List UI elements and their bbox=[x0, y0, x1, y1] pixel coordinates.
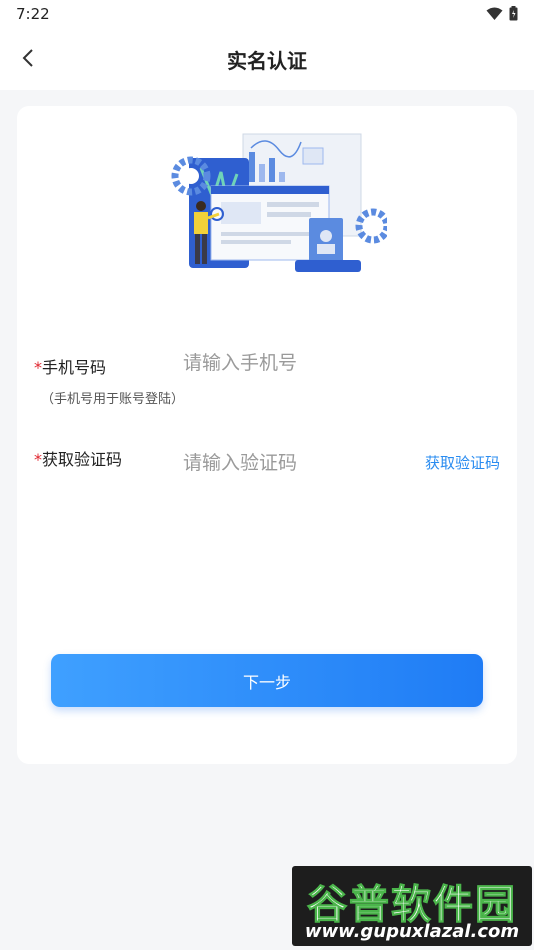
code-label: *获取验证码 bbox=[34, 446, 122, 470]
phone-hint: （手机号用于账号登陆） bbox=[41, 392, 185, 407]
phone-label-text: 手机号码 bbox=[42, 358, 107, 377]
status-time: 7:22 bbox=[16, 5, 50, 23]
wifi-icon bbox=[486, 7, 503, 20]
phone-required-mark: * bbox=[34, 358, 42, 377]
next-step-button[interactable]: 下一步 bbox=[51, 654, 483, 707]
watermark: 谷普软件园 www.gupuxlazal.com bbox=[292, 866, 532, 946]
code-label-text: 获取验证码 bbox=[42, 450, 123, 469]
watermark-url: www.gupuxlazal.com bbox=[304, 921, 520, 942]
battery-icon bbox=[509, 6, 518, 21]
code-input[interactable] bbox=[181, 447, 405, 479]
code-required-mark: * bbox=[34, 450, 42, 469]
get-code-button[interactable]: 获取验证码 bbox=[425, 452, 500, 473]
phone-label: *手机号码 bbox=[34, 354, 106, 378]
status-bar: 7:22 bbox=[0, 0, 534, 28]
verification-illustration-icon bbox=[171, 133, 387, 272]
page-title: 实名认证 bbox=[227, 49, 307, 73]
status-icons bbox=[486, 6, 518, 21]
phone-input[interactable] bbox=[181, 347, 485, 379]
app-header: 实名认证 bbox=[0, 28, 534, 90]
form-card: *手机号码 （手机号用于账号登陆） *获取验证码 获取验证码 下一步 bbox=[17, 106, 517, 764]
